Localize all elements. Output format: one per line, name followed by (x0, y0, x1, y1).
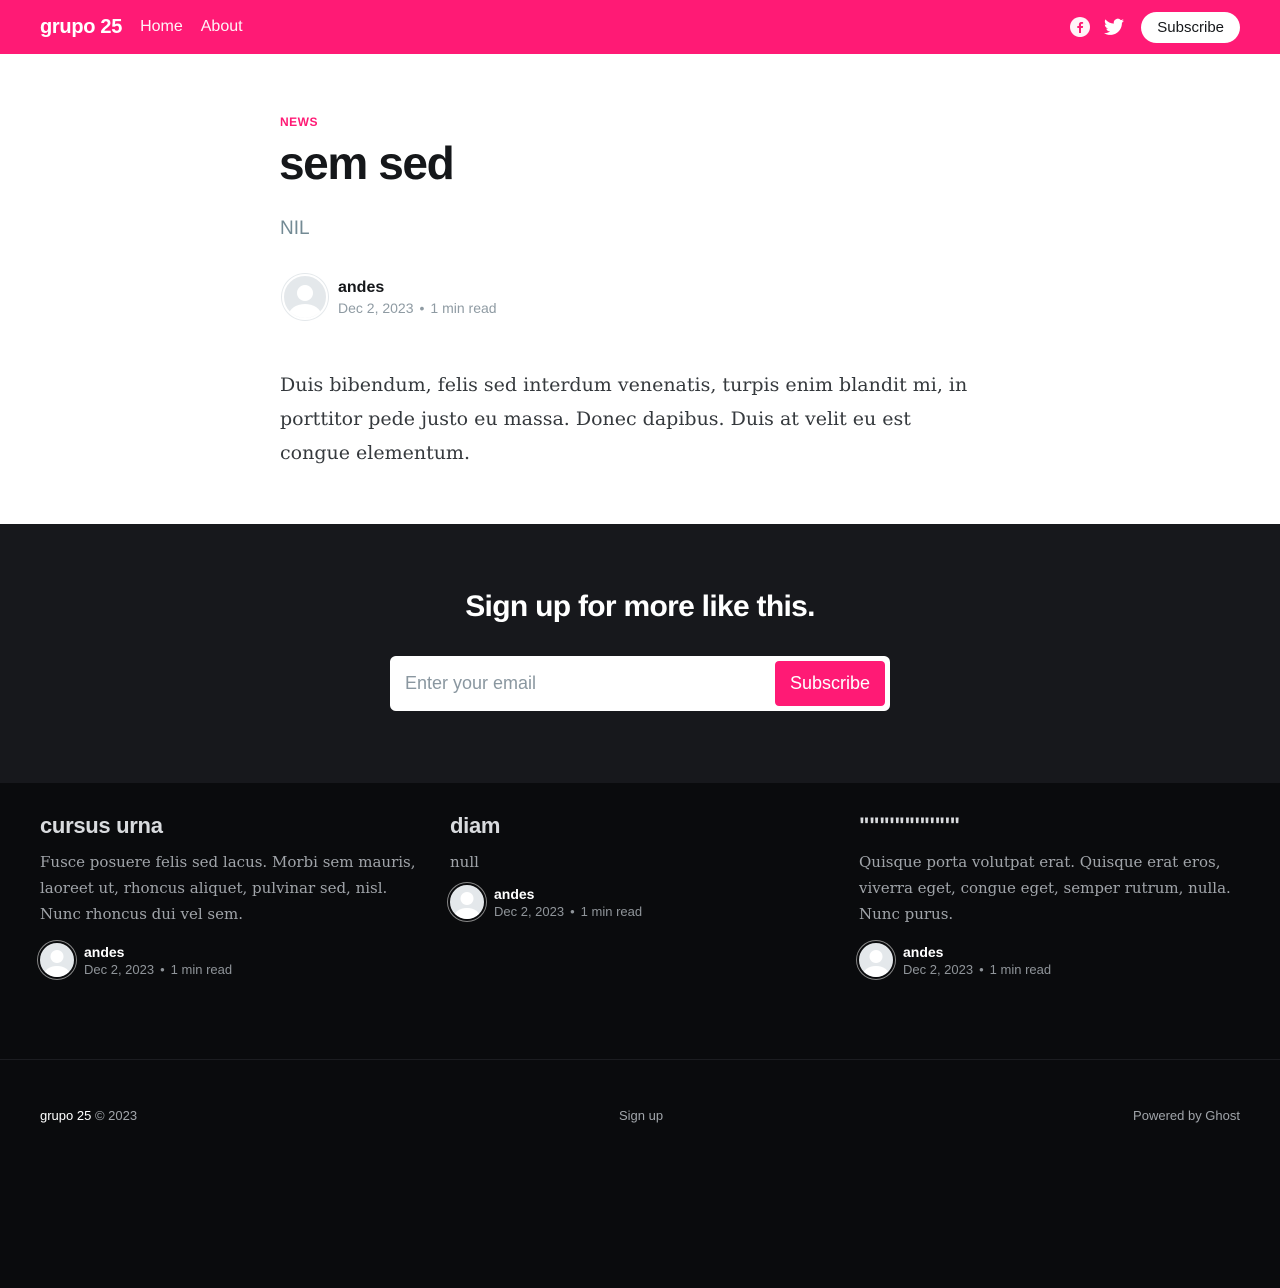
site-header: grupo 25 Home About Subscribe (0, 0, 1280, 54)
site-footer: grupo 25 © 2023 Sign up Powered by Ghost (0, 1061, 1280, 1288)
header-subscribe-button[interactable]: Subscribe (1141, 11, 1240, 43)
byline-meta: andes Dec 2, 2023 • 1 min read (338, 279, 497, 316)
related-post-excerpt: Quisque porta volutpat erat. Quisque era… (859, 853, 1231, 923)
post-date: Dec 2, 2023 (84, 961, 155, 977)
main-nav: Home About (140, 18, 243, 36)
related-post-byline: andes Dec 2, 2023 • 1 min read (448, 883, 831, 921)
related-post-card[interactable]: cursus urna Fusce posuere felis sed lacu… (38, 813, 421, 979)
footer-signup-link[interactable]: Sign up (619, 1108, 663, 1123)
author-avatar[interactable] (282, 274, 328, 320)
cta-title: Sign up for more like this. (465, 590, 815, 623)
read-time: 1 min read (430, 299, 497, 316)
meta-separator: • (160, 961, 165, 977)
article-content: Duis bibendum, felis sed interdum venena… (280, 374, 968, 464)
post-date: Dec 2, 2023 (338, 299, 414, 316)
related-posts: cursus urna Fusce posuere felis sed lacu… (0, 783, 1280, 1060)
read-time: 1 min read (580, 903, 643, 919)
signup-form: Subscribe (390, 656, 890, 711)
related-post-excerpt: null (450, 853, 479, 871)
author-avatar[interactable] (448, 883, 486, 921)
email-input[interactable] (405, 673, 775, 694)
site-logo[interactable]: grupo 25 (40, 16, 122, 39)
nav-item-about[interactable]: About (201, 18, 243, 36)
related-post-byline: andes Dec 2, 2023 • 1 min read (38, 941, 421, 979)
powered-by-link[interactable]: Powered by Ghost (1133, 1108, 1240, 1123)
related-post-card[interactable]: """'""'"'"'" Quisque porta volutpat erat… (857, 813, 1240, 979)
related-post-title[interactable]: diam (450, 813, 831, 839)
read-time: 1 min read (170, 961, 233, 977)
author-name[interactable]: andes (84, 944, 232, 960)
post-date: Dec 2, 2023 (903, 961, 974, 977)
cta-subscribe-button[interactable]: Subscribe (774, 661, 885, 706)
read-time: 1 min read (989, 961, 1052, 977)
post-meta: Dec 2, 2023 • 1 min read (494, 904, 642, 919)
author-avatar[interactable] (38, 941, 76, 979)
post-meta: Dec 2, 2023 • 1 min read (903, 962, 1051, 977)
related-post-byline: andes Dec 2, 2023 • 1 min read (857, 941, 1240, 979)
article-title: sem sed (279, 137, 455, 189)
author-avatar[interactable] (857, 941, 895, 979)
footer-brand-link[interactable]: grupo 25 (40, 1108, 91, 1123)
author-name[interactable]: andes (494, 886, 642, 902)
meta-separator: • (419, 299, 425, 316)
article: NEWS sem sed NIL andes Dec 2, 2023 • 1 min… (0, 54, 1280, 524)
related-post-title[interactable]: cursus urna (40, 813, 421, 839)
meta-separator: • (570, 903, 575, 919)
author-name[interactable]: andes (338, 279, 497, 297)
post-date: Dec 2, 2023 (494, 903, 565, 919)
article-excerpt: NIL (280, 218, 310, 239)
related-post-card[interactable]: diam null andes Dec 2, 2023 • 1 min read (448, 813, 831, 921)
nav-item-home[interactable]: Home (140, 18, 183, 36)
related-post-title[interactable]: """'""'"'"'" (859, 813, 1240, 839)
copyright-text: © 2023 (94, 1108, 138, 1123)
primary-tag[interactable]: NEWS (280, 115, 318, 129)
author-name[interactable]: andes (903, 944, 1051, 960)
related-post-excerpt: Fusce posuere felis sed lacus. Morbi sem… (40, 853, 416, 923)
footer-copyright: grupo 25 © 2023 (40, 1108, 137, 1123)
post-meta: Dec 2, 2023 • 1 min read (84, 962, 232, 977)
article-byline: andes Dec 2, 2023 • 1 min read (282, 274, 497, 320)
twitter-icon[interactable] (1103, 16, 1125, 38)
post-meta: Dec 2, 2023 • 1 min read (338, 300, 497, 316)
signup-cta: Sign up for more like this. Subscribe (0, 524, 1280, 783)
facebook-icon[interactable] (1069, 16, 1091, 38)
header-actions: Subscribe (1069, 11, 1240, 43)
meta-separator: • (979, 961, 984, 977)
